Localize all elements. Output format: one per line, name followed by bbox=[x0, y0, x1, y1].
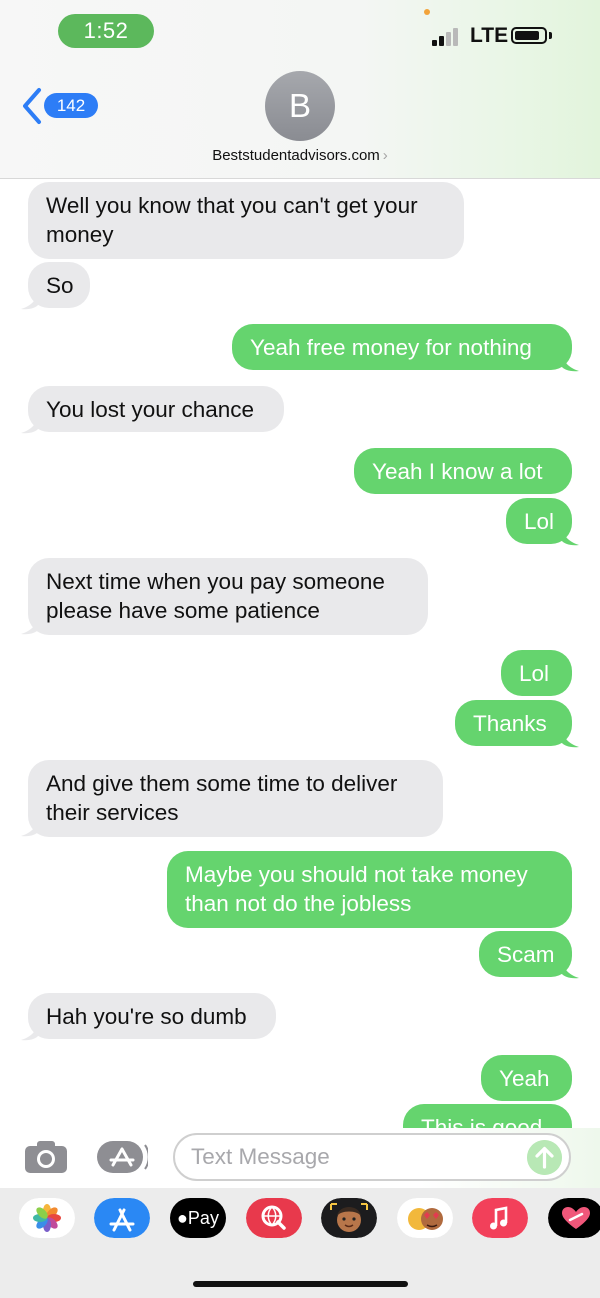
message-text: Yeah bbox=[499, 1066, 550, 1091]
message-text: Thanks bbox=[473, 711, 547, 736]
cellular-signal-icon bbox=[432, 26, 464, 46]
message-text: So bbox=[46, 273, 74, 298]
outgoing-message[interactable]: Scam bbox=[479, 931, 572, 977]
unread-badge[interactable]: 142 bbox=[44, 93, 98, 118]
message-text: And give them some time to deliver their… bbox=[46, 771, 398, 825]
digital-touch-icon[interactable] bbox=[548, 1198, 600, 1238]
back-chevron-icon[interactable] bbox=[20, 86, 44, 126]
apple-pay-icon[interactable]: ●Pay bbox=[170, 1198, 226, 1238]
memoji-stickers-icon[interactable] bbox=[321, 1198, 377, 1238]
outgoing-message[interactable]: Maybe you should not take money than not… bbox=[167, 851, 572, 928]
bubble-tail bbox=[561, 959, 579, 979]
bubble-tail bbox=[21, 1021, 39, 1041]
message-input-placeholder: Text Message bbox=[191, 1144, 330, 1169]
message-text: Lol bbox=[519, 661, 550, 686]
bubble-tail bbox=[21, 615, 39, 635]
outgoing-message[interactable]: Yeah I know a lot bbox=[354, 448, 572, 494]
incoming-message[interactable]: Hah you're so dumb bbox=[28, 993, 276, 1039]
message-text: Next time when you pay someone please ha… bbox=[46, 569, 385, 623]
animoji-icon[interactable] bbox=[397, 1198, 453, 1238]
status-time: 1:52 bbox=[58, 14, 154, 48]
send-arrow-icon[interactable] bbox=[527, 1140, 562, 1175]
contact-name: Beststudentadvisors.com bbox=[212, 147, 380, 164]
incoming-message[interactable]: You lost your chance bbox=[28, 386, 284, 432]
bubble-tail bbox=[21, 414, 39, 434]
bubble-tail bbox=[21, 817, 39, 837]
apple-pay-label: Pay bbox=[187, 1208, 219, 1228]
bubble-tail bbox=[21, 290, 39, 310]
camera-icon[interactable] bbox=[24, 1140, 68, 1174]
battery-cap bbox=[549, 32, 552, 39]
music-icon[interactable] bbox=[472, 1198, 528, 1238]
privacy-indicator bbox=[424, 9, 430, 15]
battery-icon bbox=[511, 27, 547, 44]
bubble-tail bbox=[561, 352, 579, 372]
message-text: You lost your chance bbox=[46, 397, 255, 422]
chevron-right-icon: › bbox=[382, 147, 388, 164]
message-text: Scam bbox=[497, 942, 555, 967]
incoming-message[interactable]: And give them some time to deliver their… bbox=[28, 760, 443, 837]
incoming-message[interactable]: Well you know that you can't get your mo… bbox=[28, 182, 464, 259]
apple-glyph: ● bbox=[177, 1208, 188, 1228]
bubble-tail bbox=[561, 526, 579, 546]
outgoing-message[interactable]: Thanks bbox=[455, 700, 572, 746]
web-search-icon[interactable] bbox=[246, 1198, 302, 1238]
outgoing-message[interactable]: Lol bbox=[501, 650, 572, 696]
app-store-icon[interactable] bbox=[94, 1198, 150, 1238]
message-text: Maybe you should not take money than not… bbox=[185, 862, 528, 916]
home-indicator[interactable] bbox=[193, 1281, 408, 1287]
message-text: Well you know that you can't get your mo… bbox=[46, 193, 418, 247]
bubble-tail bbox=[561, 728, 579, 748]
contact-name-button[interactable]: Beststudentadvisors.com › bbox=[0, 147, 600, 164]
contact-avatar[interactable]: B bbox=[265, 71, 335, 141]
message-text: Yeah free money for nothing bbox=[250, 335, 532, 360]
message-text: Lol bbox=[524, 509, 555, 534]
outgoing-message[interactable]: Yeah bbox=[481, 1055, 572, 1101]
message-text: Yeah I know a lot bbox=[372, 459, 543, 484]
network-type: LTE bbox=[470, 24, 509, 47]
outgoing-message[interactable]: Yeah free money for nothing bbox=[232, 324, 572, 370]
app-store-toggle-icon[interactable] bbox=[96, 1140, 148, 1174]
incoming-message[interactable]: Next time when you pay someone please ha… bbox=[28, 558, 428, 635]
photos-icon[interactable] bbox=[19, 1198, 75, 1238]
message-text: Hah you're so dumb bbox=[46, 1004, 247, 1029]
